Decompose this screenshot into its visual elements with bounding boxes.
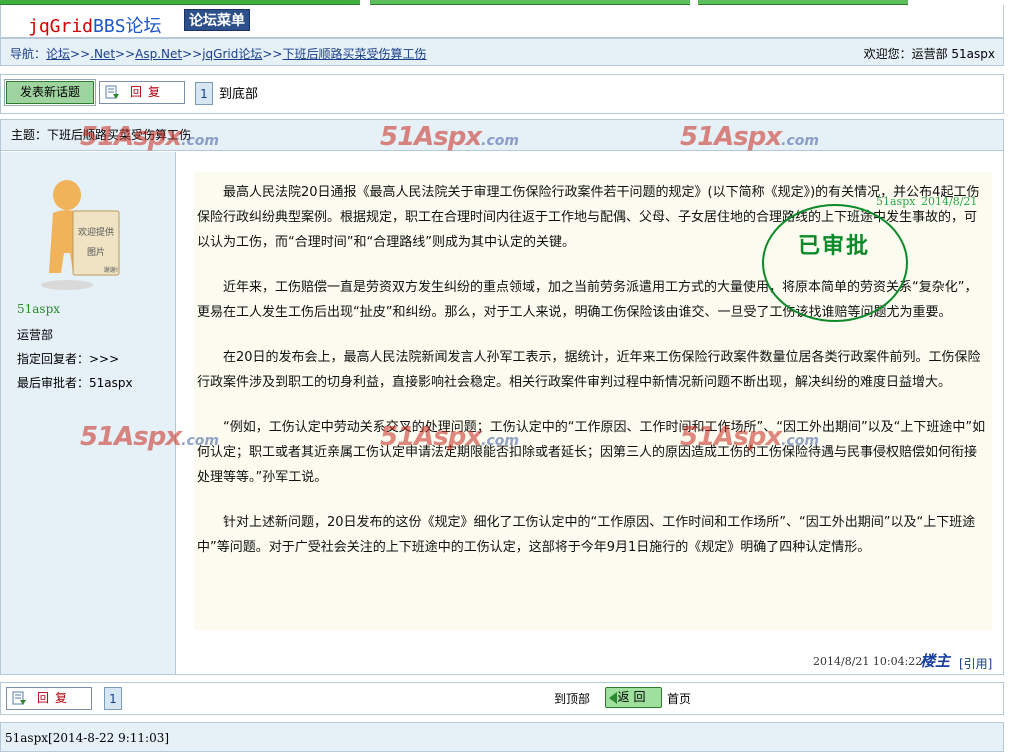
content-paragraph: 近年来，工伤赔偿一直是劳资双方发生纠纷的重点领域，加之当前劳务派遣用工方式的大量… [197,280,978,320]
content-paragraph: 在20日的发布会上，最高人民法院新闻发言人孙军工表示，据统计，近年来工伤保险行政… [197,350,981,390]
stamp-date: 2014/8/21 [921,195,978,208]
breadcrumb-prefix: 导航： [10,47,47,61]
welcome-text: 欢迎您：运营部 51aspx [863,47,995,61]
page-number-button[interactable]: 1 [104,687,122,710]
last-approver: 最后审批者：51aspx [17,376,133,390]
back-arrow-icon [609,692,617,704]
breadcrumb-separator: >> [182,47,203,61]
page-number-button[interactable]: 1 [195,82,213,105]
reply-icon [105,85,119,99]
breadcrumb-separator: >> [262,47,283,61]
logo-text-part1: jqGrid [28,16,94,37]
reply-entry: 51aspx[2014-8-22 9:11:03] [0,722,1004,752]
stamp-user: 51aspx [876,195,916,208]
post-subject: 主题：下班后顺路买菜受伤算工伤 [11,128,192,142]
author-dept: 运营部 [17,328,54,342]
breadcrumb-bar: 导航：论坛>>.Net>>Asp.Net>>jqGrid论坛>>下班后顺路买菜受… [0,38,1004,66]
bottom-toolbar: 回复 1 到顶部 返回 首页 [0,682,1004,715]
avatar-sign-line2: 图片 [87,246,105,258]
logo-text-part2: BBS论坛 [93,16,162,37]
reply-icon [12,691,26,705]
reply-button-bottom[interactable]: 回复 [6,687,92,710]
breadcrumb-link-forum[interactable]: 论坛 [46,47,70,61]
back-button[interactable]: 返回 [605,687,662,708]
reply-button-label: 回复 [37,691,74,705]
avatar-sign-line3: 谢谢! [104,266,118,274]
avatar-sign-line1: 欢迎提供 [78,226,114,238]
new-topic-button[interactable]: 发表新话题 [5,80,95,105]
quote-link[interactable]: [引用] [959,655,992,672]
post-content: 最高人民法院20日通报《最高人民法院关于审理工伤保险行政案件若干问题的规定》(以… [194,172,992,630]
avatar: 欢迎提供 图片 谢谢! [41,180,120,290]
breadcrumb-link-aspnet[interactable]: Asp.Net [135,47,182,61]
post-container: 主题：下班后顺路买菜受伤算工伤 欢迎提供 图片 谢谢! 51aspx 运营部 指… [0,119,1004,675]
breadcrumb-link-net[interactable]: .Net [90,47,115,61]
stamp-text: 已审批 [798,234,871,259]
forum-menu-button[interactable]: 论坛菜单 [184,9,250,31]
content-paragraph: “例如，工伤认定中劳动关系交叉的处理问题；工伤认定中的“工作原因、工作时间和工作… [197,420,986,485]
back-button-label: 返回 [617,690,650,704]
reply-button[interactable]: 回复 [99,81,185,104]
post-timestamp: 2014/8/21 10:04:22 [813,655,923,668]
breadcrumb-link-topic[interactable]: 下班后顺路买菜受伤算工伤 [282,47,426,61]
reply-author-time: 51aspx[2014-8-22 9:11:03] [5,731,170,745]
breadcrumb-separator: >> [115,47,136,61]
op-badge: 楼主 [920,652,951,670]
breadcrumb-separator: >> [70,47,91,61]
top-toolbar: 发表新话题 回复 1 到底部 [0,74,1004,114]
content-paragraph: 针对上述新问题，20日发布的这份《规定》细化了工伤认定中的“工作原因、工作时间和… [197,515,976,555]
site-logo[interactable]: jqGridBBS论坛 [28,12,162,38]
subject-bar: 主题：下班后顺路买菜受伤算工伤 [1,120,1003,151]
user-info-column: 欢迎提供 图片 谢谢! 51aspx 运营部 指定回复者：>>> 最后审批者：5… [1,152,176,674]
reply-button-label: 回复 [130,85,167,99]
breadcrumb-link-jqgrid[interactable]: jqGrid论坛 [202,47,262,61]
assigned-reply-label: 指定回复者：>>> [17,352,120,366]
content-paragraph: 最高人民法院20日通报《最高人民法院关于审理工伤保险行政案件若干问题的规定》(以… [197,185,980,250]
to-bottom-link[interactable]: 到底部 [219,83,258,102]
breadcrumb: 导航：论坛>>.Net>>Asp.Net>>jqGrid论坛>>下班后顺路买菜受… [10,45,426,62]
site-header: jqGridBBS论坛 论坛菜单 [0,5,1004,38]
to-top-link[interactable]: 到顶部 [554,690,590,707]
author-name[interactable]: 51aspx [17,302,60,316]
home-link[interactable]: 首页 [667,690,691,707]
